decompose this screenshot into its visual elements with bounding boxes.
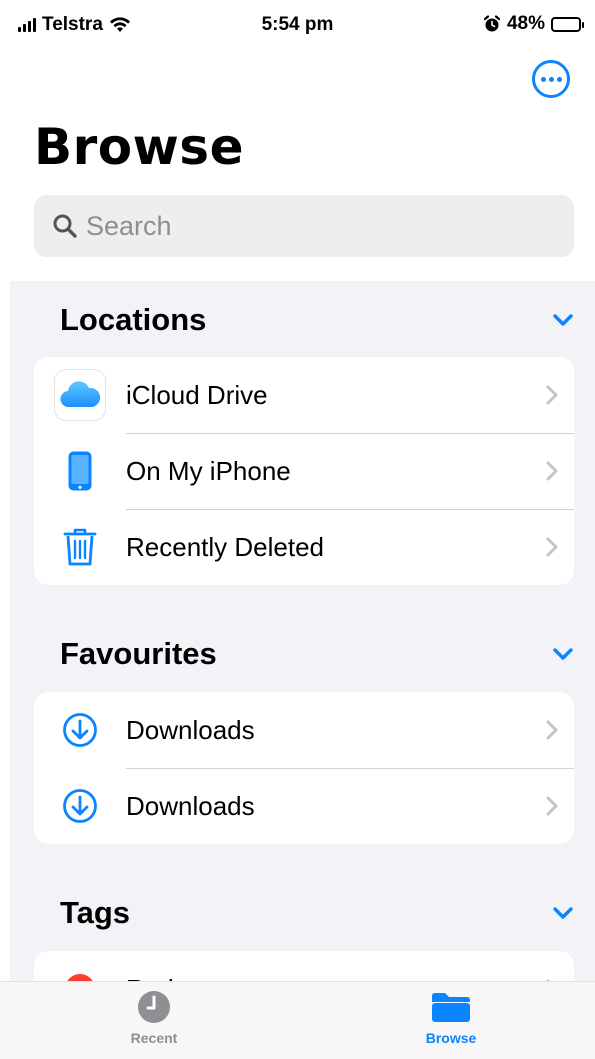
download-circle-icon bbox=[63, 789, 97, 823]
section-title-favourites: Favourites bbox=[60, 636, 217, 671]
chevron-right-icon bbox=[530, 795, 574, 817]
status-right: 48% bbox=[483, 13, 584, 35]
chevron-down-icon[interactable] bbox=[551, 312, 575, 328]
battery-icon bbox=[551, 16, 584, 32]
favourite-label: Downloads bbox=[126, 714, 255, 745]
download-circle-icon bbox=[63, 713, 97, 747]
tab-recent[interactable]: Recent bbox=[94, 990, 214, 1046]
favourites-card: Downloads Downloads bbox=[34, 692, 574, 844]
section-header-favourites[interactable]: Favourites bbox=[60, 632, 575, 676]
location-item-recently-deleted[interactable]: Recently Deleted bbox=[34, 509, 574, 585]
location-label: iCloud Drive bbox=[126, 379, 268, 410]
search-icon bbox=[53, 214, 77, 238]
tab-label-recent: Recent bbox=[130, 1030, 178, 1046]
chevron-right-icon bbox=[530, 719, 574, 741]
clock-icon bbox=[138, 991, 170, 1023]
section-title-tags: Tags bbox=[60, 895, 131, 930]
chevron-down-icon[interactable] bbox=[551, 646, 575, 662]
battery-percent: 48% bbox=[506, 13, 545, 34]
location-item-on-my-iphone[interactable]: On My iPhone bbox=[34, 433, 574, 509]
browse-list: Locations iCloud Drive On My iPhone Rece… bbox=[10, 281, 595, 991]
alarm-icon bbox=[483, 15, 501, 32]
favourite-item-downloads[interactable]: Downloads bbox=[34, 768, 574, 844]
location-label: On My iPhone bbox=[126, 455, 291, 486]
chevron-right-icon bbox=[530, 536, 574, 558]
tab-label-browse: Browse bbox=[425, 1030, 477, 1046]
more-options-button[interactable] bbox=[532, 60, 570, 98]
chevron-right-icon bbox=[530, 384, 574, 406]
search-bar[interactable] bbox=[34, 195, 574, 257]
trash-icon bbox=[63, 528, 97, 566]
folder-icon bbox=[432, 993, 470, 1022]
location-item-icloud-drive[interactable]: iCloud Drive bbox=[34, 357, 574, 433]
tab-bar: Recent Browse bbox=[0, 981, 595, 1059]
page-title: Browse bbox=[34, 118, 244, 176]
section-header-tags[interactable]: Tags bbox=[60, 891, 575, 935]
iphone-icon bbox=[68, 451, 92, 491]
ellipsis-circle-icon bbox=[540, 76, 546, 82]
chevron-down-icon[interactable] bbox=[551, 905, 575, 921]
favourite-item-downloads[interactable]: Downloads bbox=[34, 692, 574, 768]
location-label: Recently Deleted bbox=[126, 531, 324, 562]
favourite-label: Downloads bbox=[126, 790, 255, 821]
locations-card: iCloud Drive On My iPhone Recently Delet… bbox=[34, 357, 574, 585]
chevron-right-icon bbox=[530, 460, 574, 482]
tab-browse[interactable]: Browse bbox=[391, 990, 511, 1046]
section-header-locations[interactable]: Locations bbox=[60, 298, 575, 342]
status-bar: Telstra 5:54 pm 48% bbox=[0, 0, 595, 52]
section-title-locations: Locations bbox=[60, 302, 207, 337]
icloud-icon bbox=[54, 369, 106, 421]
search-input[interactable] bbox=[86, 210, 556, 242]
